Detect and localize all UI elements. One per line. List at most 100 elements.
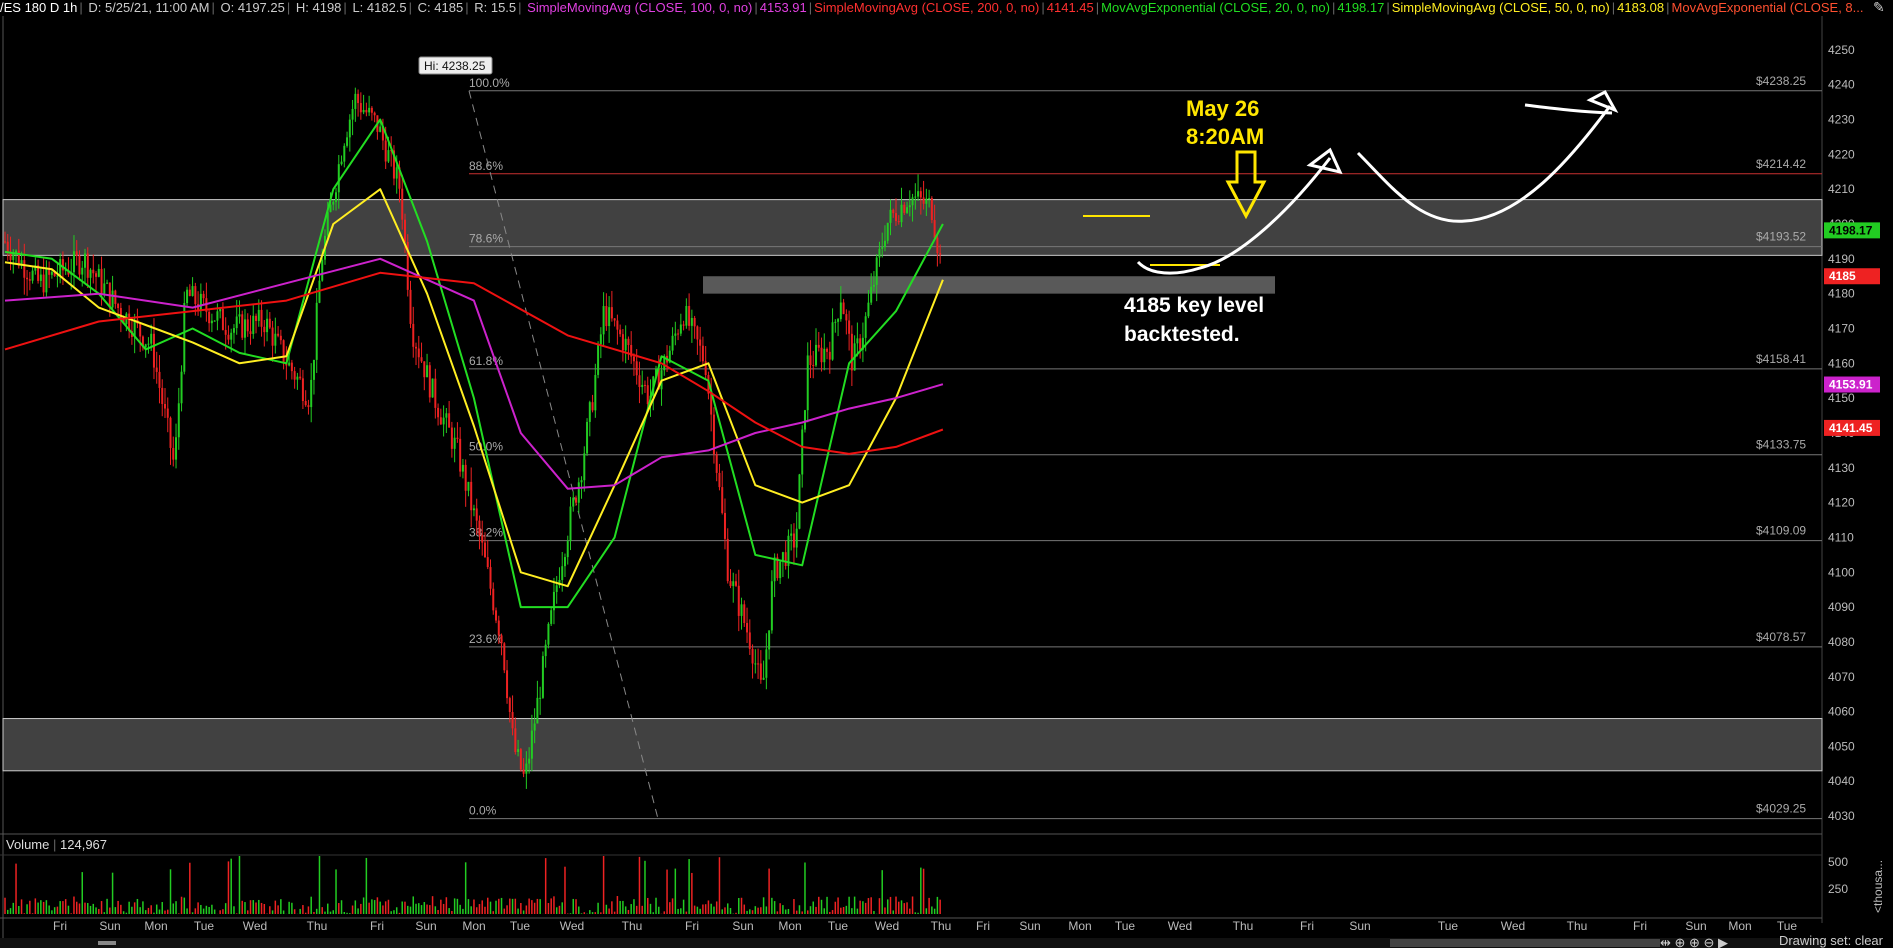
fib-pct-label: 100.0% (469, 76, 510, 90)
candle-body (83, 253, 86, 268)
candle-body (368, 107, 371, 113)
candle-body (221, 308, 224, 330)
y-tick-label: 4130 (1828, 461, 1855, 475)
candle-body (757, 663, 760, 665)
candle-body (867, 302, 870, 317)
candle-body (815, 344, 818, 366)
drawing-tool-icon[interactable]: ✎ (1873, 0, 1885, 15)
candle-body (746, 622, 749, 633)
candle-body (23, 260, 26, 278)
horizontal-scrollbar[interactable] (0, 938, 1822, 948)
x-tick-label: Fri (370, 919, 384, 933)
candle-body (588, 402, 591, 422)
candle-body (859, 338, 862, 350)
candle-body (321, 259, 324, 281)
y-tick-label: 4080 (1828, 635, 1855, 649)
candle-body (252, 315, 255, 334)
candle-body (106, 282, 109, 284)
x-tick-label: Thu (622, 919, 643, 933)
x-tick-label: Tue (1115, 919, 1136, 933)
x-tick-label: Sun (1019, 919, 1040, 933)
fib-pct-label: 88.6% (469, 159, 503, 173)
candle-body (917, 191, 920, 197)
candle-body (610, 307, 613, 319)
zoom-controls[interactable]: ⇹ ⊕ ⊕ ⊖ ▶ (1660, 935, 1728, 948)
candle-body (277, 333, 280, 336)
x-tick-label: Sun (99, 919, 120, 933)
candle-body (770, 581, 773, 631)
fib-pct-label: 0.0% (469, 804, 497, 818)
candle-body (357, 93, 360, 104)
candle-body (255, 315, 258, 321)
drawing-set-label[interactable]: Drawing set: clear (1779, 933, 1883, 948)
candle-body (486, 557, 489, 568)
candle-body (489, 567, 492, 589)
y-tick-label: 4120 (1828, 496, 1855, 510)
candle-body (92, 269, 95, 274)
y-tick-label: 4030 (1828, 809, 1855, 823)
x-tick-label: Mon (778, 919, 801, 933)
candle-body (279, 335, 282, 341)
y-tick-label: 4160 (1828, 356, 1855, 370)
candle-body (166, 408, 169, 418)
candle-body (842, 302, 845, 315)
candle-body (194, 286, 197, 305)
candle-body (638, 375, 641, 388)
candle-body (249, 331, 252, 334)
candle-body (522, 769, 525, 774)
candle-body (4, 241, 6, 243)
candle-body (426, 365, 429, 378)
candle-body (442, 417, 445, 425)
candle-body (632, 356, 635, 362)
candle-body (875, 257, 878, 285)
candle-body (517, 749, 520, 753)
time-axis[interactable]: Fri Sun Mon Tue Wed Thu Fri Sun Mon Tue Wed Thu Fri S… (53, 919, 1797, 933)
candle-body (591, 402, 594, 411)
candle-body (690, 317, 693, 326)
price-chart[interactable]: 100.0% $4238.25 88.6% $4214.42 78.6% $4193.52… (0, 0, 1893, 948)
candle-body (624, 338, 627, 351)
fibonacci-retracement[interactable]: 100.0% $4238.25 88.6% $4214.42 78.6% $4193.52… (468, 74, 1822, 820)
price-tag-label: 4141.45 (1829, 421, 1873, 435)
candle-body (307, 405, 310, 408)
candle-body (467, 481, 470, 491)
candle-body (715, 454, 718, 473)
x-tick-label: Fri (1300, 919, 1314, 933)
candle-body (293, 371, 296, 380)
candle-body (605, 306, 608, 327)
candle-body (290, 362, 293, 372)
x-tick-label: Sun (1685, 919, 1706, 933)
candle-body (348, 119, 351, 138)
candle-body (199, 293, 202, 311)
candle-body (889, 209, 892, 223)
candle-body (373, 112, 376, 116)
candle-body (208, 311, 211, 324)
x-tick-label: Mon (462, 919, 485, 933)
candle-body (420, 357, 423, 362)
candle-body (635, 361, 638, 376)
x-tick-label: Thu (931, 919, 952, 933)
y-tick-label: 4070 (1828, 670, 1855, 684)
candle-body (677, 333, 680, 335)
candle-body (260, 309, 263, 327)
candle-body (619, 329, 622, 335)
candle-body (511, 712, 514, 729)
candle-body (183, 303, 186, 372)
candle-body (158, 371, 161, 388)
candle-body (671, 335, 674, 351)
candle-body (437, 407, 440, 418)
candle-body (693, 317, 696, 327)
candle-body (75, 251, 78, 256)
candle-body (751, 648, 754, 664)
candle-body (296, 376, 299, 380)
y-tick-label: 4170 (1828, 321, 1855, 335)
candle-body (238, 314, 241, 317)
candle-body (86, 253, 89, 278)
candle-body (450, 427, 453, 449)
fib-price-label: $4029.25 (1756, 802, 1806, 816)
candle-body (403, 219, 406, 242)
candle-body (227, 334, 230, 340)
candle-body (497, 620, 500, 636)
candle-body (224, 329, 227, 335)
x-tick-label: Sun (1349, 919, 1370, 933)
